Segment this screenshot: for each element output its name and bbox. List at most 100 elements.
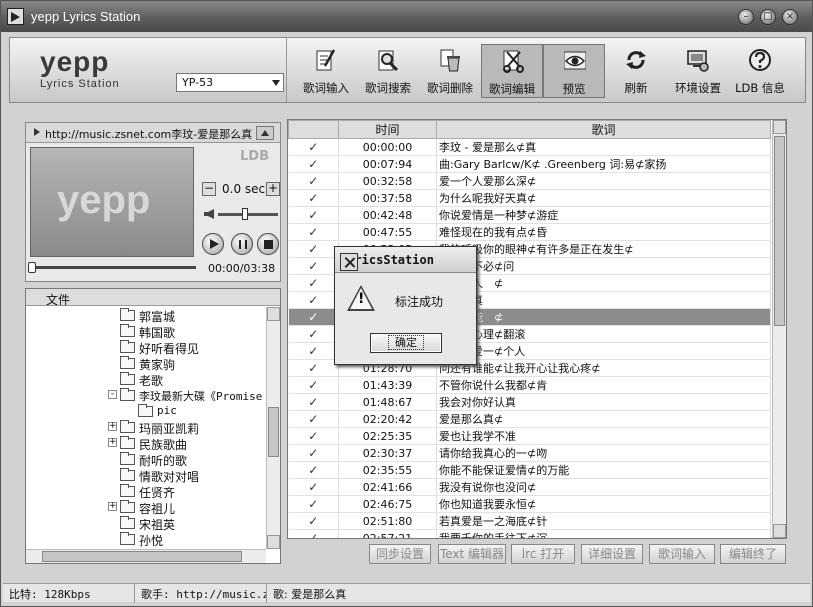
column-lyrics[interactable]: 歌词 [436,120,771,139]
lyrics-text[interactable]: 否认我爱一⊄个人 [436,342,771,360]
lyrics-text[interactable]: 你说爱情是一种梦⊄游症 [436,206,771,224]
column-time[interactable]: 时间 [338,120,437,139]
tree-vertical-scrollbar[interactable] [266,307,280,549]
lyrics-row[interactable]: ✓ 02:51:80 若真爱是一之海底⊄针 [288,512,771,530]
expand-icon[interactable]: + [108,502,117,511]
scroll-thumb[interactable] [268,407,279,457]
lyrics-text[interactable]: 我没有说你也没问⊄ [436,478,771,496]
lyrics-text[interactable]: 难怪现在的我有点⊄昏 [436,223,771,241]
dialog-title-bar[interactable]: LyricsStation [335,247,476,273]
check-icon[interactable]: ✓ [288,410,339,428]
lyrics-text[interactable]: 你能不能保证爱情⊄的万能 [436,461,771,479]
text-editor-button[interactable]: Text 编辑器 [438,544,506,564]
lyrics-row[interactable]: ✓ 02:35:55 你能不能保证爱情⊄的万能 [288,461,771,479]
check-icon[interactable]: ✓ [288,325,339,343]
lyrics-row[interactable]: ✓ 00:32:58 爱一个人爱那么深⊄ [288,172,771,190]
lyrics-row[interactable]: ✓ 01:48:67 我会对你好认真 [288,393,771,411]
title-bar[interactable]: yepp Lyrics Station – □ × [1,1,812,32]
lyrics-text[interactable]: 问还有谁能⊄让我开心让我心疼⊄ [436,359,771,377]
lyrics-time[interactable]: 00:32:58 [338,172,437,190]
lyrics-time[interactable]: 00:37:58 [338,189,437,207]
play-button[interactable] [202,233,224,255]
lrc-open-button[interactable]: lrc 打开 [511,544,575,564]
lyrics-time[interactable]: 02:46:75 [338,495,437,513]
lyrics-text[interactable]: 骗不了人 ⊄ [436,274,771,292]
preview-tool[interactable]: 预览 [543,44,605,98]
lyrics-row[interactable]: ✓ 02:30:37 请你给我真心的一⊄吻 [288,444,771,462]
lyrics-text[interactable]: 爱一个人爱那么深⊄ [436,172,771,190]
lyrics-vertical-scrollbar[interactable] [772,120,786,538]
lyrics-text[interactable]: 么那么真 [436,291,771,309]
check-icon[interactable]: ✓ [288,376,339,394]
lyrics-input-button[interactable]: 歌词输入 [649,544,715,564]
check-icon[interactable]: ✓ [288,495,339,513]
lyrics-row[interactable]: ✓ 00:37:58 为什么呢我好天真⊄ [288,189,771,207]
lyrics-text[interactable]: 不管你说什么我都⊄肯 [436,376,771,394]
minimize-button[interactable]: – [738,9,754,25]
lyrics-text[interactable]: 说话也不必⊄问 [436,257,771,275]
seek-bar[interactable] [28,262,196,273]
seek-knob[interactable] [28,262,36,273]
lyrics-time[interactable]: 00:00:00 [338,138,437,156]
model-select[interactable]: YP-53 [176,73,284,92]
lyrics-text[interactable]: 我会对你好认真 [436,393,771,411]
lyrics-row[interactable]: ✓ 02:46:75 你也知道我要永恒⊄ [288,495,771,513]
check-icon[interactable]: ✓ [288,189,339,207]
check-icon[interactable]: ✓ [288,393,339,411]
check-icon[interactable]: ✓ [288,342,339,360]
lyrics-text[interactable]: 曲:Gary Barlcw/K⊄ .Greenberg 词:易⊄家扬 [436,155,771,173]
check-icon[interactable]: ✓ [288,172,339,190]
volume-track[interactable] [218,213,278,216]
lyrics-time[interactable]: 02:25:35 [338,427,437,445]
check-icon[interactable]: ✓ [288,461,339,479]
lyrics-text[interactable]: 我要千你的手往下⊄沉 [436,529,771,538]
scroll-up-arrow[interactable] [773,120,786,134]
refresh-tool[interactable]: 刷新 [605,44,667,98]
scroll-thumb[interactable] [42,551,242,562]
ldb-info-tool[interactable]: LDB 信息 [729,44,791,98]
lyrics-row[interactable]: ✓ 02:57:21 我要千你的手往下⊄沉 [288,529,771,538]
lyrics-text[interactable]: 字在我心理⊄翻滚 [436,325,771,343]
offset-minus-button[interactable]: − [202,182,216,196]
tree-horizontal-scrollbar[interactable] [26,549,266,563]
lyrics-time[interactable]: 00:07:94 [338,155,437,173]
collapse-up-button[interactable] [256,126,274,140]
lyrics-row[interactable]: ✓ 01:43:39 不管你说什么我都⊄肯 [288,376,771,394]
dialog-close-button[interactable] [340,253,358,271]
edit-finish-button[interactable]: 编辑终了 [720,544,786,564]
lyrics-text[interactable]: 我的呼吸你的眼神⊄有许多是正在发生⊄ [436,240,771,258]
maximize-button[interactable]: □ [760,9,776,25]
check-icon[interactable]: ✓ [288,291,339,309]
sync-settings-button[interactable]: 同步设置 [369,544,431,564]
lyrics-edit-tool[interactable]: 歌词编辑 [481,44,543,98]
lyrics-time[interactable]: 01:43:39 [338,376,437,394]
lyrics-time[interactable]: 02:57:21 [338,529,437,538]
scroll-thumb[interactable] [774,136,785,326]
detail-settings-button[interactable]: 详细设置 [581,544,643,564]
check-icon[interactable]: ✓ [288,155,339,173]
close-button[interactable]: × [782,9,798,25]
check-icon[interactable]: ✓ [288,206,339,224]
offset-plus-button[interactable]: + [266,182,280,196]
check-icon[interactable]: ✓ [288,240,339,258]
environment-settings-tool[interactable]: 环境设置 [667,44,729,98]
column-check[interactable] [288,120,339,139]
lyrics-text[interactable]: 你也知道我要永恒⊄ [436,495,771,513]
lyrics-text[interactable]: 若真爱是一之海底⊄针 [436,512,771,530]
lyrics-text[interactable]: 李玟 - 爱是那么⊄真 [436,138,771,156]
lyrics-row[interactable]: ✓ 00:47:55 难怪现在的我有点⊄昏 [288,223,771,241]
check-icon[interactable]: ✓ [288,223,339,241]
lyrics-time[interactable]: 00:47:55 [338,223,437,241]
scroll-down-arrow[interactable] [267,535,280,549]
lyrics-row[interactable]: ✓ 00:00:00 李玟 - 爱是那么⊄真 [288,138,771,156]
lyrics-text[interactable]: 请你给我真心的一⊄吻 [436,444,771,462]
lyrics-time[interactable]: 00:42:48 [338,206,437,224]
lyrics-time[interactable]: 02:20:42 [338,410,437,428]
lyrics-row[interactable]: ✓ 00:42:48 你说爱情是一种梦⊄游症 [288,206,771,224]
lyrics-row[interactable]: ✓ 02:20:42 爱是那么真⊄ [288,410,771,428]
check-icon[interactable]: ✓ [288,138,339,156]
lyrics-input-tool[interactable]: 歌词输入 [295,44,357,98]
check-icon[interactable]: ✓ [288,444,339,462]
lyrics-text[interactable]: 爱也让我学不准 [436,427,771,445]
lyrics-delete-tool[interactable]: 歌词删除 [419,44,481,98]
